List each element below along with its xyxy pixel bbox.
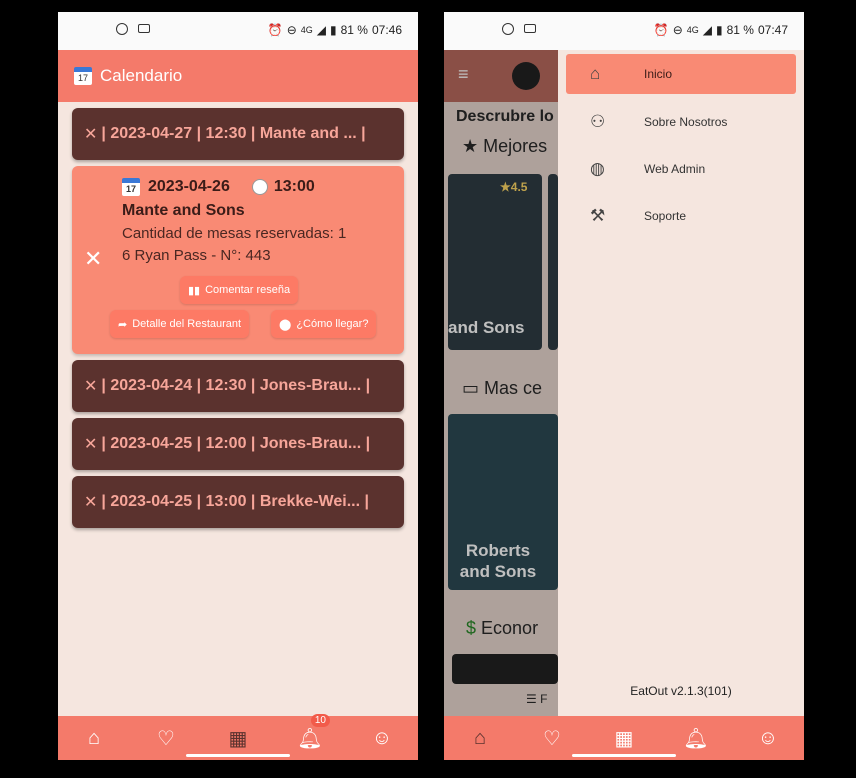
drawer-item-inicio[interactable]: ⌂ Inicio <box>566 54 796 94</box>
network-label: 4G <box>686 25 699 35</box>
directions-button[interactable]: ⬤ ¿Cómo llegar? <box>271 310 377 338</box>
reservation-summary: | 2023-04-25 | 13:00 | Brekke-Wei... | <box>101 493 369 510</box>
calendar-screen: ⏰ ⊖ 4G ◢ ▮ 81 % 07:46 17 Calendario ✕ | … <box>58 12 418 760</box>
drawer-item-web-admin[interactable]: ◍ Web Admin <box>566 149 796 189</box>
cutlery-icon: ✕ <box>84 246 103 271</box>
alarm-icon: ⏰ <box>653 23 669 37</box>
nav-notifications-icon[interactable]: 🔔︎ 10 <box>290 713 330 751</box>
cutlery-icon: ✕ <box>84 378 98 395</box>
battery-icon: ▮ <box>716 23 723 37</box>
reservation-list: ✕ | 2023-04-27 | 12:30 | Mante and ... |… <box>72 108 404 534</box>
tables-reserved: Cantidad de mesas reservadas: 1 <box>122 225 347 242</box>
restaurant-detail-button[interactable]: ➦ Detalle del Restaurant <box>110 310 250 338</box>
detail-button-label: Detalle del Restaurant <box>132 318 242 330</box>
directions-button-label: ¿Cómo llegar? <box>296 318 369 330</box>
drawer-item-label: Soporte <box>644 209 687 223</box>
restaurant-name: Mante and Sons <box>122 202 245 219</box>
page-title: Calendario <box>100 66 183 85</box>
review-button[interactable]: ▮▮ Comentar reseña <box>180 276 299 304</box>
reservation-row[interactable]: ✕ | 2023-04-24 | 12:30 | Jones-Brau... | <box>72 360 404 412</box>
status-bar: ⏰ ⊖ 4G ◢ ▮ 81 % 07:47 <box>444 12 804 50</box>
drawer-item-sobre-nosotros[interactable]: ⚇ Sobre Nosotros <box>566 102 796 142</box>
battery-icon: ▮ <box>330 23 337 37</box>
battery-level: 81 % <box>726 23 754 37</box>
clock-icon <box>251 179 268 195</box>
home-indicator <box>186 754 290 757</box>
drawer-item-label: Inicio <box>644 67 673 81</box>
nav-favorites-icon[interactable]: ♡ <box>532 726 572 751</box>
clock-time: 07:46 <box>371 23 402 37</box>
globe-icon: ◍ <box>590 159 605 178</box>
restaurant-address: 6 Ryan Pass - N°: 443 <box>122 247 271 264</box>
book-icon: ▮▮ <box>188 284 201 297</box>
reservation-date: 2023-04-26 <box>148 178 230 195</box>
location-pin-icon: ⬤ <box>279 318 292 331</box>
cast-icon <box>116 23 128 35</box>
cast-icon <box>502 23 514 35</box>
cutlery-icon: ✕ <box>84 126 98 143</box>
review-button-label: Comentar reseña <box>205 284 291 296</box>
nav-profile-icon[interactable]: ☺ <box>362 727 402 750</box>
cutlery-icon: ✕ <box>84 436 98 453</box>
reservation-datetime: 17 2023-04-26 13:00 <box>122 178 394 196</box>
laptop-icon <box>138 24 150 33</box>
people-icon: ⚇ <box>590 112 606 131</box>
app-version: EatOut v2.1.3(101) <box>630 684 732 698</box>
app-bar: 17 Calendario <box>58 50 418 102</box>
cutlery-icon: ✕ <box>84 494 98 511</box>
reservation-time: 13:00 <box>273 178 315 195</box>
clock-time: 07:47 <box>757 23 788 37</box>
reservation-summary: | 2023-04-27 | 12:30 | Mante and ... | <box>101 125 366 142</box>
nav-favorites-icon[interactable]: ♡ <box>146 726 186 751</box>
nav-calendar-icon[interactable]: ▦ <box>604 726 644 751</box>
calendar-icon: 17 <box>122 178 140 196</box>
status-bar: ⏰ ⊖ 4G ◢ ▮ 81 % 07:46 <box>58 12 418 50</box>
home-icon: ⌂ <box>590 64 601 83</box>
laptop-icon <box>524 24 536 33</box>
signal-icon: ◢ <box>702 23 712 37</box>
signal-icon: ◢ <box>316 23 326 37</box>
reservation-row-expanded[interactable]: ✕ 17 2023-04-26 13:00 Mante and Sons Can… <box>72 166 404 354</box>
dnd-icon: ⊖ <box>672 23 683 37</box>
nav-home-icon[interactable]: ⌂ <box>74 727 114 750</box>
nav-calendar-icon[interactable]: ▦ <box>218 726 258 751</box>
share-arrow-icon: ➦ <box>118 318 128 331</box>
drawer-item-label: Sobre Nosotros <box>644 115 728 129</box>
nav-notifications-icon[interactable]: 🔔︎ <box>676 726 716 751</box>
scrim[interactable] <box>444 50 558 716</box>
home-indicator <box>572 754 676 757</box>
reservation-summary: | 2023-04-25 | 12:00 | Jones-Brau... | <box>101 435 371 452</box>
drawer-item-label: Web Admin <box>644 162 706 176</box>
battery-level: 81 % <box>340 23 368 37</box>
network-label: 4G <box>300 25 313 35</box>
dnd-icon: ⊖ <box>286 23 297 37</box>
reservation-summary: | 2023-04-24 | 12:30 | Jones-Brau... | <box>101 377 371 394</box>
reservation-row[interactable]: ✕ | 2023-04-25 | 12:00 | Jones-Brau... | <box>72 418 404 470</box>
navigation-drawer: ⌂ Inicio ⚇ Sobre Nosotros ◍ Web Admin ⚒ … <box>558 50 804 716</box>
nav-profile-icon[interactable]: ☺ <box>748 727 788 750</box>
tools-icon: ⚒ <box>590 206 606 225</box>
alarm-icon: ⏰ <box>267 23 283 37</box>
calendar-icon: 17 <box>74 67 92 85</box>
reservation-row[interactable]: ✕ | 2023-04-25 | 13:00 | Brekke-Wei... | <box>72 476 404 528</box>
reservation-row[interactable]: ✕ | 2023-04-27 | 12:30 | Mante and ... | <box>72 108 404 160</box>
nav-home-icon[interactable]: ⌂ <box>460 727 500 750</box>
notification-badge: 10 <box>310 713 330 727</box>
home-screen-with-drawer: ⏰ ⊖ 4G ◢ ▮ 81 % 07:47 ≡ Descrubre lo ★ M… <box>444 12 804 760</box>
drawer-item-soporte[interactable]: ⚒ Soporte <box>566 196 796 236</box>
